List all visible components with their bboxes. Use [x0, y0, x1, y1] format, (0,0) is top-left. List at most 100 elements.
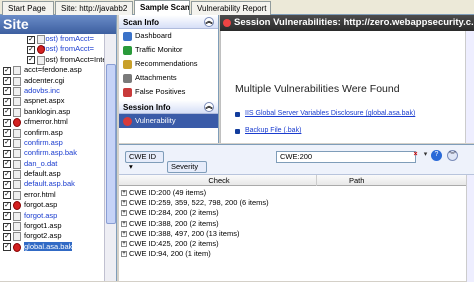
- tree-item-checkbox[interactable]: ✓: [3, 129, 11, 138]
- tab-site[interactable]: Site: http://javabb2: [55, 1, 133, 15]
- tree-item-checkbox[interactable]: ✓: [3, 66, 11, 75]
- filter-input[interactable]: CWE:200: [276, 151, 416, 163]
- filter-dropdown-icon[interactable]: ▾: [420, 150, 431, 161]
- session-info-list: Vulnerability: [119, 114, 218, 128]
- column-path[interactable]: Path: [349, 175, 364, 186]
- scan-info-header[interactable]: Scan Info ︽: [119, 15, 218, 29]
- tree-item[interactable]: ✓ forgot2.asp: [0, 231, 104, 242]
- tree-item-checkbox[interactable]: ✓: [3, 118, 11, 127]
- page-icon: [13, 190, 21, 200]
- column-check[interactable]: Check: [122, 175, 317, 186]
- tree-item[interactable]: ✓ confirm.asp.bak: [0, 148, 104, 159]
- expand-icon[interactable]: +: [121, 251, 127, 258]
- vulnerability-link[interactable]: IIS Global Server Variables Disclosure (…: [235, 110, 415, 117]
- vulnerability-link-text[interactable]: Backup File (.bak): [245, 127, 301, 134]
- tree-item-checkbox[interactable]: ✓: [3, 212, 11, 221]
- tree-item[interactable]: ✓ adcenter.cgi: [0, 76, 104, 86]
- session-info-item[interactable]: Vulnerability: [119, 114, 218, 128]
- expand-icon[interactable]: +: [121, 240, 127, 247]
- tree-item-checkbox[interactable]: ✓: [3, 108, 11, 117]
- collapse-grid-icon[interactable]: ︾: [447, 150, 458, 161]
- tree-item-checkbox[interactable]: ✓: [3, 87, 11, 96]
- expand-icon[interactable]: +: [121, 220, 127, 227]
- tree-item[interactable]: ✓ (Post) fromAcct=Inter: [0, 55, 109, 65]
- tree-item[interactable]: ✓ (Post) fromAcct=: [0, 44, 104, 55]
- group-by-severity[interactable]: Severity ▾: [167, 161, 207, 181]
- tree-item-checkbox[interactable]: ✓: [3, 191, 11, 200]
- scan-info-item[interactable]: Dashboard: [119, 29, 218, 43]
- tree-item-checkbox[interactable]: ✓: [27, 56, 35, 65]
- session-vulnerabilities-scrollbar[interactable]: [465, 31, 474, 143]
- expand-icon[interactable]: +: [121, 190, 127, 196]
- site-tree-scroll-thumb[interactable]: [106, 64, 116, 224]
- grid-group-label: CWE ID:284, 200 (2 items): [129, 208, 219, 218]
- tree-item[interactable]: ✓ forgot1.asp: [0, 221, 104, 232]
- tree-item[interactable]: ✓ default.asp.bak: [0, 179, 104, 190]
- tree-item[interactable]: ✓ confirm.asp: [0, 138, 104, 148]
- tree-item-checkbox[interactable]: ✓: [3, 139, 11, 148]
- tree-item[interactable]: ✓ forgot.asp: [0, 211, 104, 221]
- tree-item-checkbox[interactable]: ✓: [3, 97, 11, 106]
- tree-item-checkbox[interactable]: ✓: [3, 149, 11, 158]
- tree-item-label: forgot2.asp: [24, 231, 62, 241]
- tree-item[interactable]: ✓ error.html: [0, 190, 104, 200]
- session-info-header[interactable]: Session Info ︽: [119, 100, 218, 114]
- tree-item[interactable]: ✓ acct=ferdone.asp: [0, 65, 104, 76]
- scan-info-item[interactable]: Recommendations: [119, 57, 218, 71]
- expand-icon[interactable]: +: [121, 210, 127, 217]
- tree-item[interactable]: ✓ global.asa.bak: [0, 241, 104, 252]
- tree-item[interactable]: ✓ cfmerror.html: [0, 117, 104, 128]
- grid-group-row[interactable]: + CWE ID:200 (49 items): [119, 188, 466, 198]
- grid-group-row[interactable]: + CWE ID:284, 200 (2 items): [119, 208, 466, 218]
- tree-item-checkbox[interactable]: ✓: [27, 45, 35, 54]
- tree-item-checkbox[interactable]: ✓: [3, 232, 11, 241]
- site-panel-title: Site: [0, 15, 116, 34]
- grid-group-row[interactable]: + CWE ID:94, 200 (1 item): [119, 249, 466, 259]
- collapse-scan-info-icon[interactable]: ︽: [204, 17, 214, 27]
- expand-icon[interactable]: +: [121, 230, 127, 237]
- grid-group-row[interactable]: + CWE ID:259, 359, 522, 798, 200 (6 items…: [119, 198, 466, 208]
- tree-item[interactable]: ✓ (Post) fromAcct=: [0, 34, 104, 44]
- tree-item[interactable]: ✓ adovbs.inc: [0, 86, 104, 96]
- site-tree-scrollbar[interactable]: [104, 34, 116, 281]
- tree-item[interactable]: ✓ default.asp: [0, 169, 104, 180]
- tab-sample-scan[interactable]: Sample Scan: [134, 0, 190, 15]
- vulnerable-page-icon: [13, 201, 21, 211]
- scan-info-item[interactable]: Attachments: [119, 71, 218, 85]
- tree-item-checkbox[interactable]: ✓: [3, 201, 11, 210]
- tab-vulnerability-report[interactable]: Vulnerability Report: [191, 1, 271, 15]
- vulnerability-icon: [223, 19, 231, 27]
- grid-scrollbar[interactable]: [466, 175, 474, 282]
- vulnerability-link[interactable]: Backup File (.bak): [235, 127, 301, 134]
- recommendations-icon: [123, 60, 132, 69]
- tree-item[interactable]: ✓ dan_o.dat: [0, 159, 104, 169]
- tree-item-checkbox[interactable]: ✓: [3, 160, 11, 169]
- help-icon[interactable]: ?: [431, 150, 442, 161]
- grid-group-row[interactable]: + CWE ID:388, 497, 200 (13 items): [119, 229, 466, 239]
- tree-item-checkbox[interactable]: ✓: [3, 77, 11, 86]
- page-icon: [13, 97, 21, 107]
- grid-group-row[interactable]: + CWE ID:388, 200 (2 items): [119, 219, 466, 229]
- tree-item[interactable]: ✓ confirm.asp: [0, 128, 104, 138]
- scan-info-item[interactable]: False Positives: [119, 85, 218, 99]
- tree-item-checkbox[interactable]: ✓: [3, 243, 11, 252]
- tree-item[interactable]: ✓ banklogin.asp: [0, 107, 104, 117]
- scan-info-item-label: Traffic Monitor: [135, 45, 183, 54]
- tree-item-checkbox[interactable]: ✓: [3, 180, 11, 189]
- tree-item-label: confirm.asp: [24, 127, 63, 137]
- tree-item-checkbox[interactable]: ✓: [3, 170, 11, 179]
- group-by-cwe-id[interactable]: CWE ID ▾: [125, 151, 164, 171]
- tree-item-checkbox[interactable]: ✓: [27, 35, 35, 44]
- tree-item[interactable]: ✓ forgot.asp: [0, 200, 104, 211]
- collapse-session-info-icon[interactable]: ︽: [204, 102, 214, 112]
- vulnerability-link-text[interactable]: IIS Global Server Variables Disclosure (…: [245, 110, 415, 117]
- expand-icon[interactable]: +: [121, 200, 127, 207]
- grid-group-row[interactable]: + CWE ID:425, 200 (2 items): [119, 239, 466, 249]
- tree-item-checkbox[interactable]: ✓: [3, 222, 11, 231]
- scan-info-list: Dashboard Traffic Monitor Recommendations A…: [119, 29, 218, 99]
- filter-value[interactable]: CWE:200: [280, 152, 312, 161]
- scan-info-item[interactable]: Traffic Monitor: [119, 43, 218, 57]
- tab-start-page[interactable]: Start Page: [2, 1, 54, 15]
- tree-item[interactable]: ✓ aspnet.aspx: [0, 96, 104, 107]
- session-vulnerabilities-body: Multiple Vulnerabilities Were Found IIS …: [220, 31, 474, 143]
